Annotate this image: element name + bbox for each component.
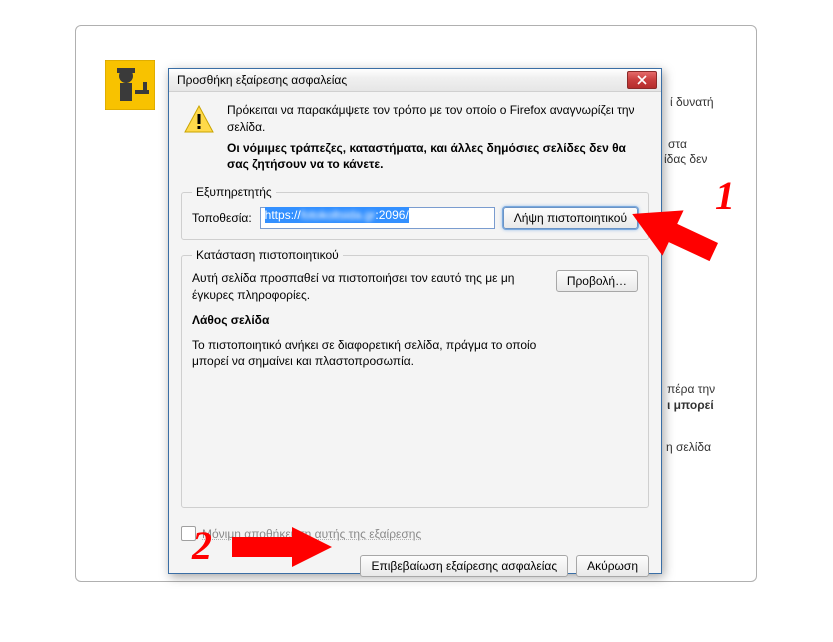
close-button[interactable] [627, 71, 657, 89]
bg-text: στα [668, 137, 687, 151]
wrong-site-description: Το πιστοποιητικό ανήκει σε διαφορετική σ… [192, 337, 546, 371]
bg-text: ίδας δεν [664, 152, 707, 166]
security-officer-icon [105, 60, 155, 110]
cancel-button[interactable]: Ακύρωση [576, 555, 649, 577]
wrong-site-heading: Λάθος σελίδα [192, 312, 546, 329]
bg-text: ί δυνατή [670, 95, 714, 109]
warning-icon [183, 104, 215, 136]
confirm-security-exception-button[interactable]: Επιβεβαίωση εξαίρεσης ασφαλείας [360, 555, 568, 577]
status-text: Αυτή σελίδα προσπαθεί να πιστοποιήσει το… [192, 270, 546, 304]
intro-text: Πρόκειται να παρακάμψετε τον τρόπο με το… [227, 102, 649, 136]
get-certificate-button[interactable]: Λήψη πιστοποιητικού [503, 207, 638, 229]
server-group-label: Εξυπηρετητής [192, 185, 276, 199]
bg-text: πέρα την [667, 382, 715, 396]
annotation-arrow-1 [628, 203, 718, 263]
server-group: Εξυπηρετητής Τοποθεσία: https://fotokolt… [181, 185, 649, 240]
certificate-status-group: Κατάσταση πιστοποιητικού Αυτή σελίδα προ… [181, 248, 649, 508]
annotation-step-1: 1 [715, 172, 735, 219]
add-security-exception-dialog: Προσθήκη εξαίρεσης ασφαλείας Πρόκειται ν… [168, 68, 662, 574]
bg-text: ι μπορεί [667, 398, 714, 412]
annotation-step-2: 2 [192, 522, 212, 569]
close-icon [637, 75, 647, 85]
bg-text: η σελίδα [666, 440, 711, 454]
annotation-arrow-2 [232, 527, 332, 567]
location-label: Τοποθεσία: [192, 211, 252, 225]
warning-text: Οι νόμιμες τράπεζες, καταστήματα, και άλ… [227, 140, 649, 174]
certificate-status-label: Κατάσταση πιστοποιητικού [192, 248, 343, 262]
dialog-title: Προσθήκη εξαίρεσης ασφαλείας [177, 73, 347, 87]
view-certificate-button[interactable]: Προβολή… [556, 270, 638, 292]
location-input[interactable]: https://fotokoltsida.gr:2096/ [260, 207, 495, 229]
titlebar[interactable]: Προσθήκη εξαίρεσης ασφαλείας [169, 69, 661, 92]
